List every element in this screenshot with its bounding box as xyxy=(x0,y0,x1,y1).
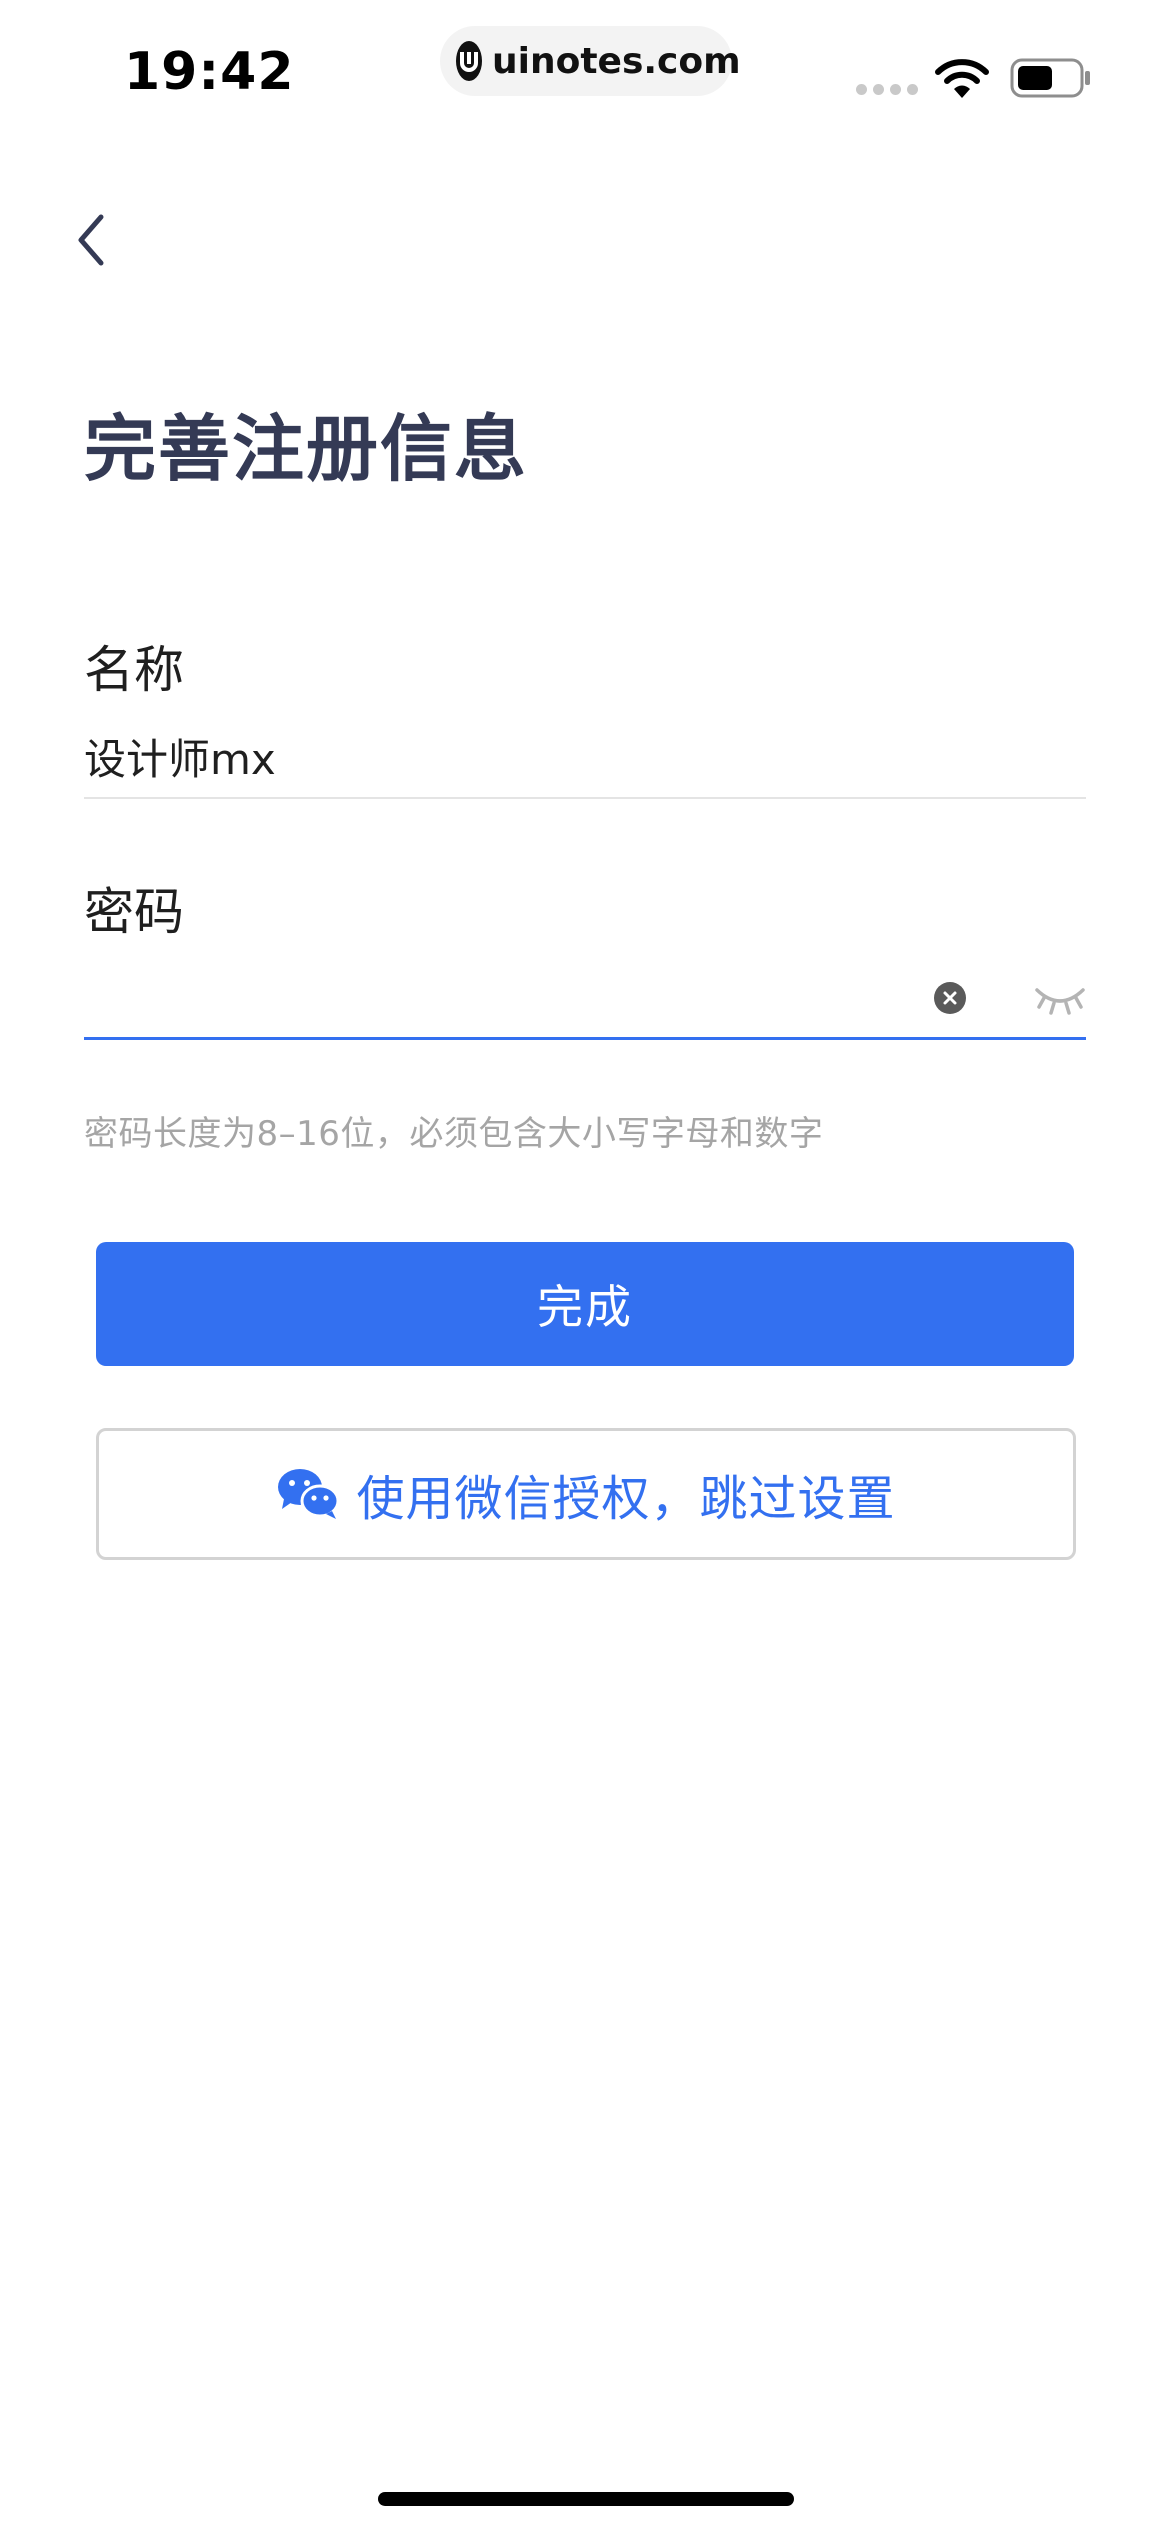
url-pill[interactable]: uinotes.com xyxy=(440,26,741,96)
clear-icon[interactable] xyxy=(934,982,966,1014)
status-bar: 19:42 uinotes.com xyxy=(0,0,1170,150)
eye-closed-icon[interactable] xyxy=(1034,982,1086,1016)
wechat-auth-label: 使用微信授权，跳过设置 xyxy=(356,1471,896,1527)
back-button[interactable] xyxy=(60,200,120,280)
name-label: 名称 xyxy=(84,641,184,699)
url-text: uinotes.com xyxy=(492,40,741,82)
name-divider xyxy=(84,797,1086,799)
name-input[interactable]: 设计师mx xyxy=(84,730,1084,790)
battery-icon xyxy=(1010,58,1090,98)
password-hint: 密码长度为8–16位，必须包含大小写字母和数字 xyxy=(84,1114,824,1154)
status-time: 19:42 xyxy=(124,42,295,102)
chevron-left-icon xyxy=(78,214,104,266)
home-indicator[interactable] xyxy=(378,2492,794,2506)
signal-icon xyxy=(856,84,918,95)
password-label: 密码 xyxy=(84,883,184,941)
wechat-icon xyxy=(278,1469,340,1519)
password-divider-active xyxy=(84,1037,1086,1040)
wechat-auth-button[interactable]: 使用微信授权，跳过设置 xyxy=(96,1428,1076,1560)
password-input[interactable] xyxy=(84,960,904,1030)
done-button[interactable]: 完成 xyxy=(96,1242,1074,1366)
site-logo-icon xyxy=(456,41,482,81)
clear-x-icon xyxy=(943,991,957,1005)
page-title: 完善注册信息 xyxy=(84,407,529,491)
wifi-icon xyxy=(935,59,989,98)
